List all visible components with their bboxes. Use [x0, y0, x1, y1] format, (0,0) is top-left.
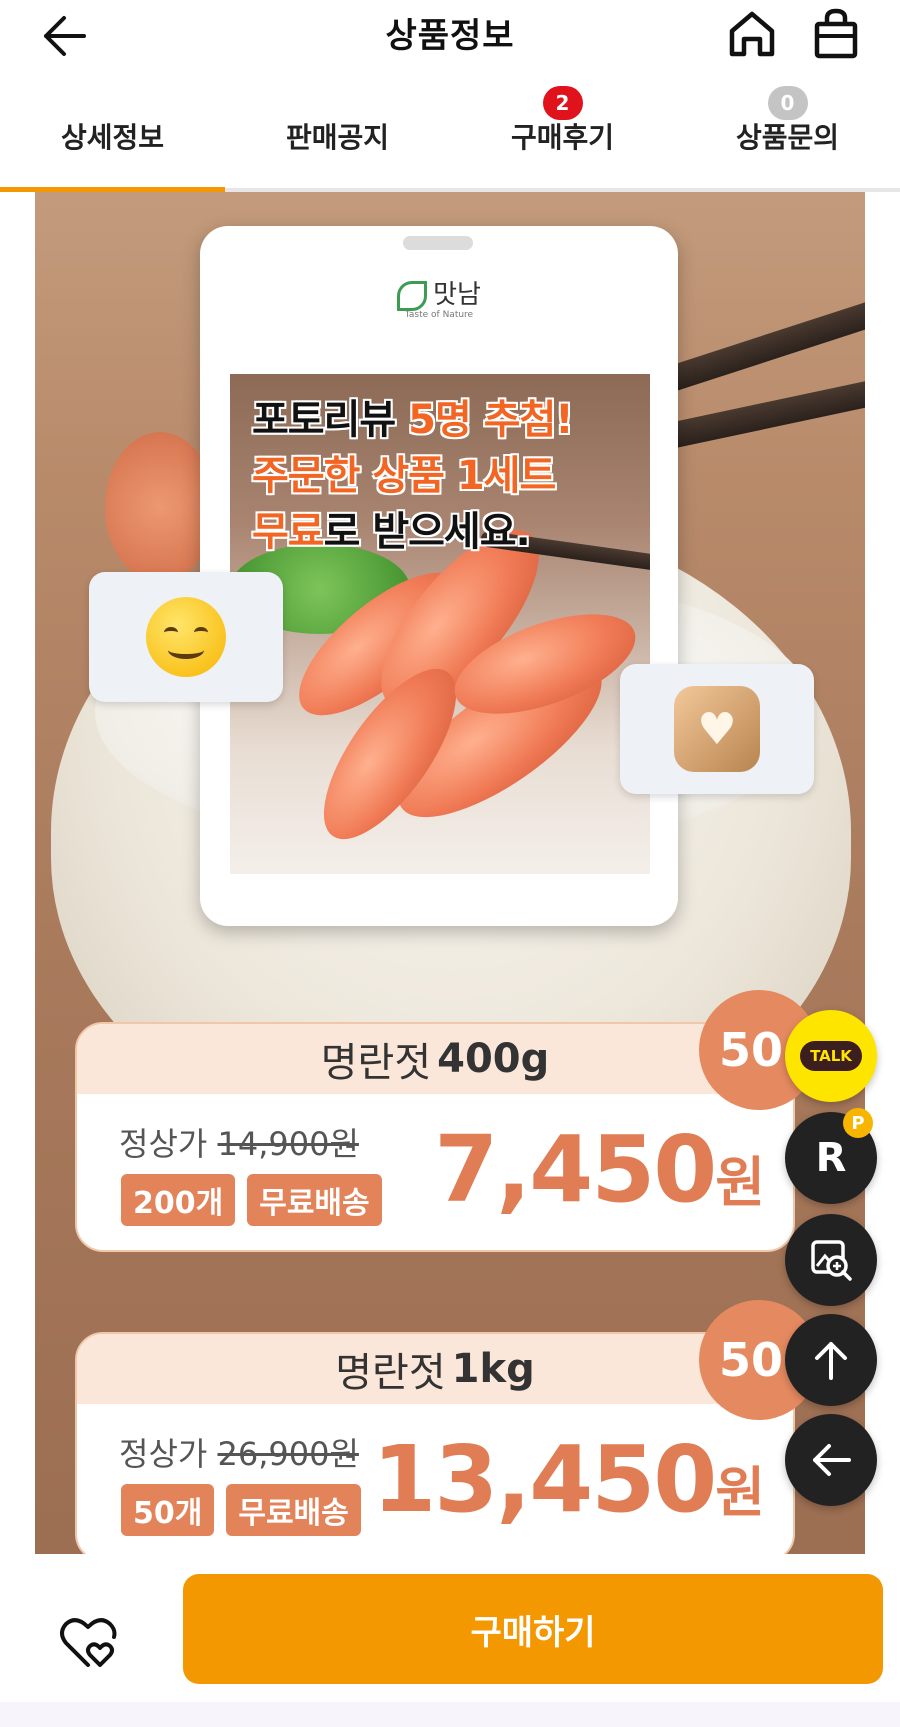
image-search-icon [811, 1240, 852, 1281]
tab-detail[interactable]: 상세정보 [0, 70, 225, 192]
image-search-button[interactable] [785, 1214, 877, 1306]
brand-name: 맛남 [433, 280, 481, 310]
product-option-title: 명란젓 400g [77, 1024, 793, 1094]
regular-price-value: 14,900원 [217, 1125, 359, 1163]
floating-back-button[interactable] [785, 1414, 877, 1506]
tab-inquiry[interactable]: 0 상품문의 [675, 70, 900, 192]
headline-highlight: 무료 [252, 509, 325, 555]
shopping-bag-icon [814, 8, 858, 59]
reward-button[interactable]: R P [785, 1108, 877, 1204]
inquiry-count-badge: 0 [767, 86, 808, 120]
roe-graphic [105, 432, 215, 582]
heart-bubble: ♥ [620, 664, 814, 794]
quantity-tag: 50개 [121, 1484, 215, 1536]
tab-label: 판매공지 [285, 121, 390, 154]
sale-price: 13,450원 [372, 1426, 765, 1533]
bottom-action-bar: 구매하기 [0, 1554, 900, 1727]
tab-notice[interactable]: 판매공지 [225, 70, 450, 192]
sale-price-value: 7,450 [434, 1116, 717, 1223]
product-weight: 1kg [451, 1346, 535, 1392]
free-shipping-tag: 무료배송 [226, 1484, 361, 1536]
heart-icon: ♥ [674, 686, 760, 772]
reward-label: R [815, 1135, 847, 1181]
product-name: 명란젓 [335, 1350, 446, 1396]
home-icon [729, 11, 775, 57]
talk-label: TALK [800, 1041, 862, 1071]
tab-label: 상세정보 [60, 121, 165, 154]
tag-group: 200개 무료배송 [121, 1174, 382, 1226]
sale-price: 7,450원 [434, 1116, 765, 1223]
free-shipping-tag: 무료배송 [247, 1174, 382, 1226]
heart-icon [60, 1618, 117, 1667]
headline-text: 로 받으세요. [323, 509, 531, 555]
food-photo: 포토리뷰 5명 추첨! 주문한 상품 1세트 무료로 받으세요. [230, 374, 650, 874]
leaf-icon [397, 281, 428, 311]
product-weight: 400g [437, 1036, 550, 1082]
arrow-up-icon [815, 1342, 847, 1380]
regular-price-label: 정상가 [119, 1435, 208, 1473]
tab-bar: 상세정보 판매공지 2 구매후기 0 상품문의 [0, 70, 900, 192]
promo-banner-image: 맛남 Taste of Nature 포토리뷰 5명 추첨! 주문한 상품 1세… [35, 192, 865, 1554]
emoji-bubble [89, 572, 283, 702]
regular-price: 정상가 26,900원 [119, 1429, 359, 1475]
headline-text: 포토리뷰 [252, 397, 409, 443]
price-unit: 원 [715, 1151, 765, 1214]
wishlist-button[interactable] [50, 1608, 130, 1678]
product-option-title: 명란젓 1kg [77, 1334, 793, 1404]
product-option-card: 명란젓 400g 정상가 14,900원 200개 무료배송 7,450원 [75, 1022, 795, 1252]
regular-price-value: 26,900원 [217, 1435, 359, 1473]
tab-label: 구매후기 [510, 121, 615, 154]
regular-price-label: 정상가 [119, 1125, 208, 1163]
product-name: 명란젓 [320, 1040, 432, 1086]
price-unit: 원 [715, 1461, 765, 1524]
phone-notch [403, 236, 473, 250]
headline-highlight: 5명 추첨! [408, 397, 573, 443]
home-button[interactable] [724, 8, 780, 60]
tab-label: 상품문의 [735, 121, 840, 154]
brand-logo: 맛남 [200, 274, 678, 311]
promo-headline: 포토리뷰 5명 추첨! 주문한 상품 1세트 무료로 받으세요. [252, 392, 574, 560]
review-count-badge: 2 [542, 86, 583, 120]
regular-price: 정상가 14,900원 [119, 1119, 359, 1165]
buy-button[interactable]: 구매하기 [183, 1574, 883, 1684]
point-coin-icon: P [843, 1108, 873, 1138]
arrow-left-icon [813, 1444, 851, 1476]
tab-reviews[interactable]: 2 구매후기 [450, 70, 675, 192]
kakao-talk-button[interactable]: TALK [785, 1010, 877, 1102]
smiley-thumbs-up-icon [146, 597, 226, 677]
cart-button[interactable] [808, 6, 864, 62]
scroll-top-button[interactable] [785, 1314, 877, 1406]
product-detail-content[interactable]: 맛남 Taste of Nature 포토리뷰 5명 추첨! 주문한 상품 1세… [0, 192, 900, 1554]
sale-price-value: 13,450 [372, 1426, 717, 1533]
brand-tagline: Taste of Nature [404, 310, 474, 320]
product-option-card: 명란젓 1kg 정상가 26,900원 50개 무료배송 13,450원 [75, 1332, 795, 1554]
quantity-tag: 200개 [121, 1174, 236, 1226]
system-nav-area [0, 1702, 900, 1727]
tag-group: 50개 무료배송 [121, 1484, 361, 1536]
header: 상품정보 [0, 0, 900, 70]
headline-highlight: 주문한 상품 1세트 [252, 453, 556, 499]
